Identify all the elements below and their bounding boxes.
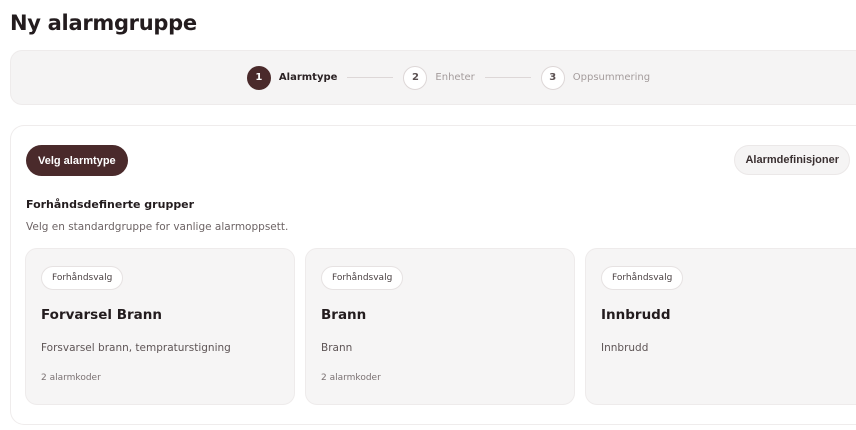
group-title: Innbrudd [601,307,671,323]
group-alarm-count: 2 alarmkoder [321,373,381,383]
step-oppsummering[interactable]: 3 Oppsummering [540,65,651,90]
group-card-innbrudd[interactable]: Forhåndsvalg Innbrudd Innbrudd [585,248,856,405]
group-alarm-count: 2 alarmkoder [41,373,101,383]
section-title: Forhåndsdefinerte grupper [26,198,195,211]
step-number: 2 [403,65,428,90]
group-description: Brann [321,342,353,354]
group-title: Forvarsel Brann [41,307,162,323]
stepper: 1 Alarmtype 2 Enheter 3 Oppsummering [11,51,856,104]
step-connector [347,77,394,78]
step-alarmtype[interactable]: 1 Alarmtype [246,65,338,90]
group-card-forvarsel-brann[interactable]: Forhåndsvalg Forvarsel Brann Forsvarsel … [25,248,295,405]
alarmtype-card: Velg alarmtype Alarmdefinisjoner Forhånd… [10,125,856,425]
preset-badge: Forhåndsvalg [321,266,404,290]
step-label: Enheter [435,72,475,83]
group-card-brann[interactable]: Forhåndsvalg Brann Brann 2 alarmkoder [305,248,575,405]
step-connector [484,77,531,78]
page-title: Ny alarmgruppe [10,11,197,35]
step-number: 1 [246,65,271,90]
alarm-definitions-button[interactable]: Alarmdefinisjoner [734,145,850,175]
select-alarmtype-button[interactable]: Velg alarmtype [26,145,128,176]
group-title: Brann [321,307,367,323]
group-description: Innbrudd [601,342,649,354]
step-enheter[interactable]: 2 Enheter [403,65,475,90]
step-number: 3 [540,65,565,90]
step-label: Alarmtype [278,72,338,83]
step-label: Oppsummering [572,72,651,83]
section-description: Velg en standardgruppe for vanlige alarm… [26,221,289,233]
group-description: Forsvarsel brann, tempraturstigning [41,342,231,354]
preset-badge: Forhåndsvalg [41,266,124,290]
preset-badge: Forhåndsvalg [601,266,684,290]
stepper-panel: 1 Alarmtype 2 Enheter 3 Oppsummering [10,50,856,105]
